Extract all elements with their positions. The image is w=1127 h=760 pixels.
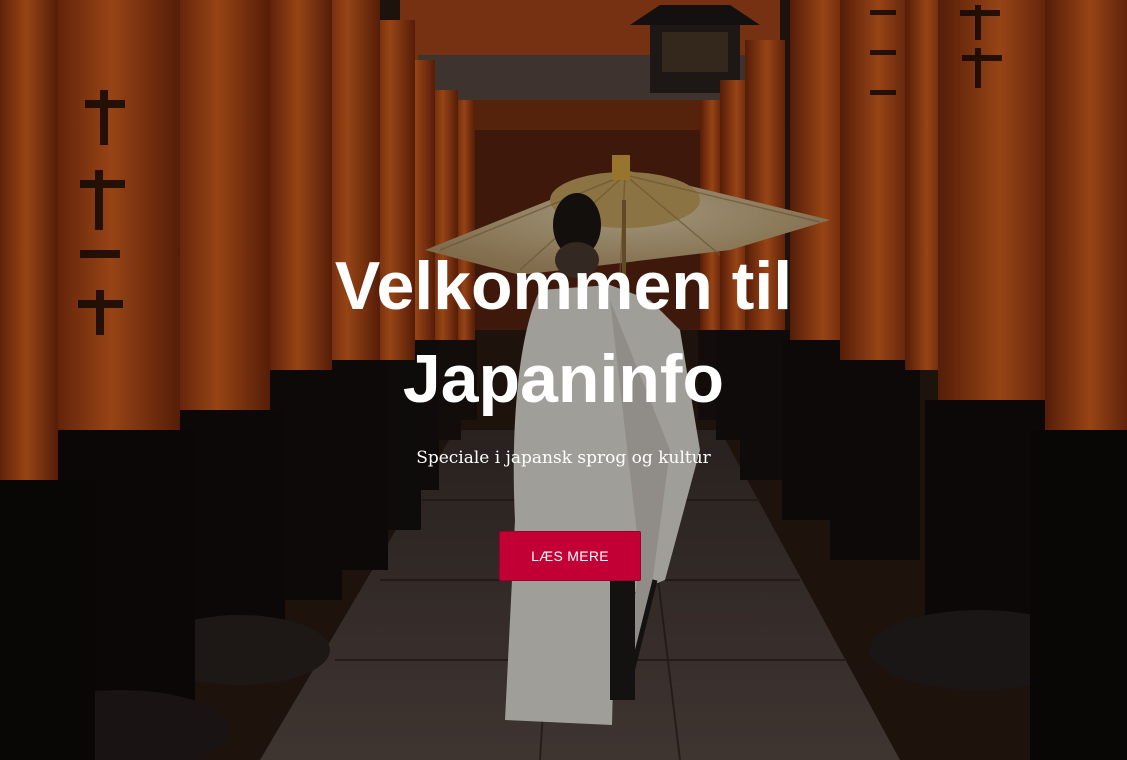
read-more-button-label: LÆS MERE (531, 548, 609, 564)
hero-title-line-2: Japaninfo (402, 341, 725, 417)
hero-section: Velkommen til Japaninfo Speciale i japan… (0, 0, 1127, 760)
hero-content: Velkommen til Japaninfo Speciale i japan… (0, 0, 1127, 760)
read-more-button[interactable]: LÆS MERE (499, 531, 641, 581)
hero-title-line-1: Velkommen til (334, 248, 793, 324)
hero-subtitle: Speciale i japansk sprog og kultur (416, 448, 711, 468)
hero-title: Velkommen til Japaninfo (0, 240, 1127, 426)
